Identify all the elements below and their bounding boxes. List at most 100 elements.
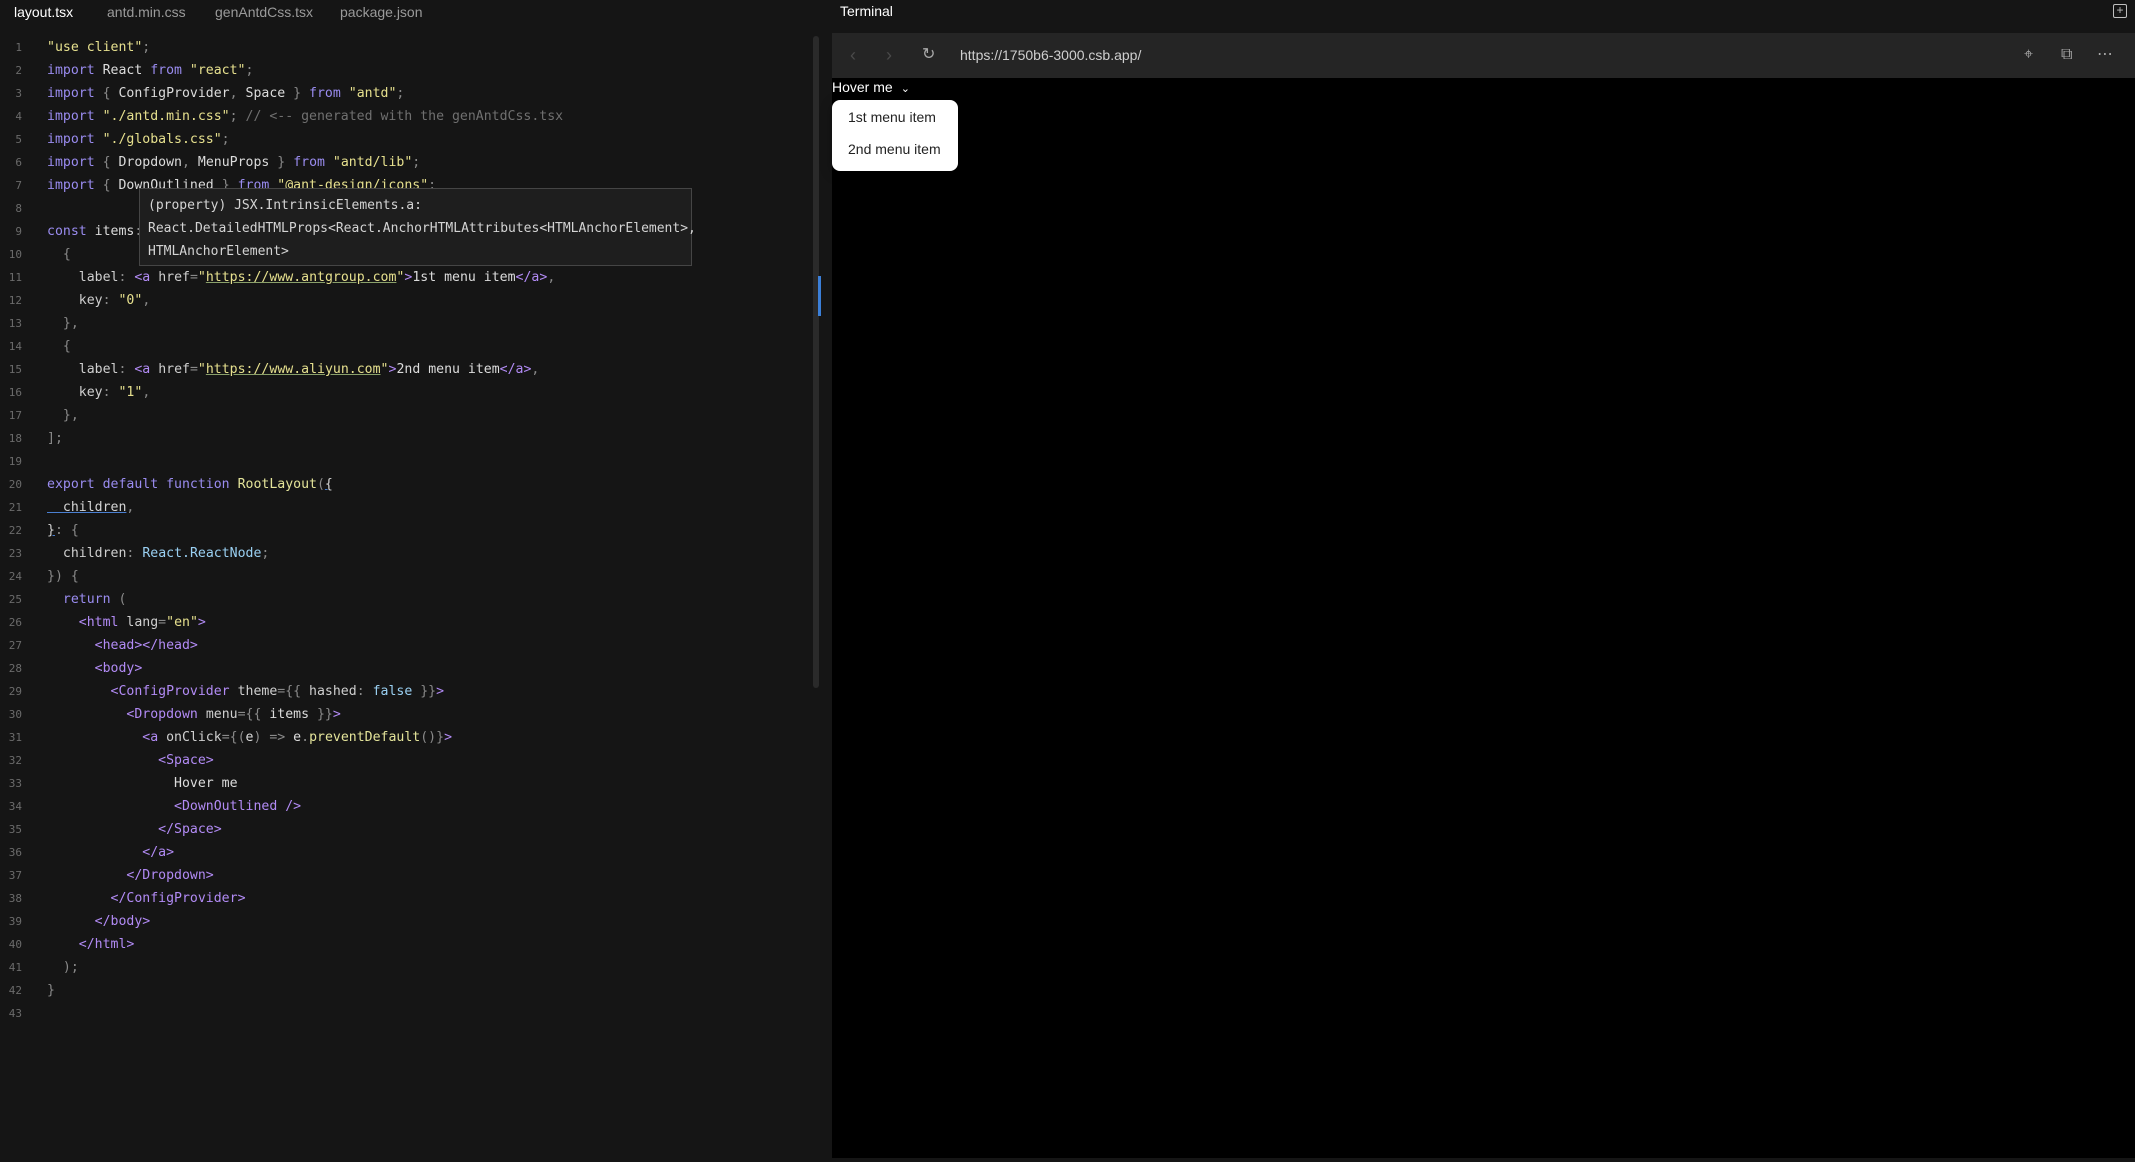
code-line: 32 <Space> bbox=[0, 749, 816, 772]
code-text: { bbox=[47, 339, 71, 354]
code-text: <DownOutlined /> bbox=[174, 799, 302, 814]
code-text: <html lang="en"> bbox=[78, 615, 206, 630]
line-number: 30 bbox=[8, 708, 22, 721]
scroll-position-marker bbox=[818, 276, 821, 316]
line-number: 18 bbox=[8, 432, 22, 445]
app-window: layout.tsx antd.min.css genAntdCss.tsx p… bbox=[0, 0, 2135, 1162]
code-line: 5 import "./globals.css"; bbox=[0, 128, 816, 151]
code-line: 42} bbox=[0, 979, 816, 1002]
line-number: 6 bbox=[15, 156, 22, 169]
line-number: 22 bbox=[8, 524, 22, 537]
code-text: label: <a href="https://www.aliyun.com">… bbox=[78, 362, 540, 377]
line-number: 28 bbox=[8, 662, 22, 675]
crosshair-icon[interactable]: ⌖ bbox=[2024, 45, 2033, 65]
browser-preview: Hover me ⌄ 1st menu item 2nd menu item bbox=[832, 78, 2135, 1158]
tooltip-line: (property) JSX.IntrinsicElements.a: bbox=[148, 198, 422, 213]
code-line: 11 label: <a href="https://www.antgroup.… bbox=[0, 266, 816, 289]
code-line: 22 }: { bbox=[0, 519, 816, 542]
reload-icon[interactable]: ↻ bbox=[922, 45, 935, 65]
line-number: 39 bbox=[8, 915, 22, 928]
line-number: 43 bbox=[8, 1007, 22, 1020]
line-number: 3 bbox=[15, 87, 22, 100]
dropdown-menu: 1st menu item 2nd menu item bbox=[832, 100, 958, 171]
code-text: <head></head> bbox=[94, 638, 198, 653]
code-line: 34 <DownOutlined /> bbox=[0, 795, 816, 818]
code-text: "use client"; bbox=[47, 40, 151, 55]
line-number: 32 bbox=[8, 754, 22, 767]
ellipsis-icon[interactable]: ⋯ bbox=[2097, 45, 2113, 65]
code-line: 13 }, bbox=[0, 312, 816, 335]
line-number: 33 bbox=[8, 777, 22, 790]
code-line: 6 import { Dropdown, MenuProps } from "an… bbox=[0, 151, 816, 174]
code-line: 29 <ConfigProvider theme={{ hashed: fals… bbox=[0, 680, 816, 703]
code-line: 36 </a> bbox=[0, 841, 816, 864]
code-line: 35 </Space> bbox=[0, 818, 816, 841]
chevron-right-icon[interactable]: › bbox=[886, 45, 892, 65]
code-text: label: <a href="https://www.antgroup.com… bbox=[78, 270, 556, 285]
line-number: 15 bbox=[8, 363, 22, 376]
code-text: children: React.ReactNode; bbox=[62, 546, 270, 561]
code-line: 33 Hover me bbox=[0, 772, 816, 795]
browser-toolbar: ‹ › ↻ https://1750b6-3000.csb.app/ ⌖ ⧉ ⋯ bbox=[832, 33, 2135, 78]
code-text: }: { bbox=[47, 523, 79, 538]
code-text: }) { bbox=[47, 569, 79, 584]
open-window-icon[interactable]: ⧉ bbox=[2061, 45, 2072, 65]
code-text: <body> bbox=[94, 661, 143, 676]
code-text: </Dropdown> bbox=[126, 868, 214, 883]
code-line: 37 </Dropdown> bbox=[0, 864, 816, 887]
code-line: 24 }) { bbox=[0, 565, 816, 588]
code-text: </Space> bbox=[158, 822, 222, 837]
line-number: 16 bbox=[8, 386, 22, 399]
line-number: 12 bbox=[8, 294, 22, 307]
plus-square-icon[interactable]: + bbox=[2113, 4, 2127, 18]
code-text: }, bbox=[47, 408, 79, 423]
code-line: 23 children: React.ReactNode; bbox=[0, 542, 816, 565]
code-text: </body> bbox=[94, 914, 151, 929]
line-number: 8 bbox=[15, 202, 22, 215]
chevron-left-icon[interactable]: ‹ bbox=[850, 45, 856, 65]
code-line: 21 children, bbox=[0, 496, 816, 519]
code-line: 27 <head></head> bbox=[0, 634, 816, 657]
tooltip-line: HTMLAnchorElement> bbox=[148, 244, 289, 259]
line-number: 34 bbox=[8, 800, 22, 813]
line-number: 9 bbox=[15, 225, 22, 238]
code-line: 14 { bbox=[0, 335, 816, 358]
hover-me-label: Hover me bbox=[832, 79, 893, 95]
line-number: 38 bbox=[8, 892, 22, 905]
line-number: 37 bbox=[8, 869, 22, 882]
tab-antd-min-css[interactable]: antd.min.css bbox=[107, 0, 186, 26]
line-number: 21 bbox=[8, 501, 22, 514]
code-text: import "./globals.css"; bbox=[47, 132, 230, 147]
menu-item-2nd[interactable]: 2nd menu item bbox=[848, 141, 941, 157]
code-line: 25 return ( bbox=[0, 588, 816, 611]
url-bar[interactable]: https://1750b6-3000.csb.app/ bbox=[960, 47, 1141, 63]
tab-layout-tsx[interactable]: layout.tsx bbox=[14, 0, 73, 26]
code-line: 3 import { ConfigProvider, Space } from "… bbox=[0, 82, 816, 105]
code-text: <a onClick={(e) => e.preventDefault()}> bbox=[142, 730, 453, 745]
code-text: { bbox=[47, 247, 71, 262]
line-number: 10 bbox=[8, 248, 22, 261]
code-text: export default function RootLayout({ bbox=[47, 477, 333, 492]
editor-tab-bar: layout.tsx antd.min.css genAntdCss.tsx p… bbox=[0, 0, 826, 26]
code-text: ]; bbox=[47, 431, 63, 446]
line-number: 26 bbox=[8, 616, 22, 629]
line-number: 13 bbox=[8, 317, 22, 330]
code-text: ); bbox=[47, 960, 79, 975]
code-text: </a> bbox=[142, 845, 175, 860]
tab-gen-antd-css-tsx[interactable]: genAntdCss.tsx bbox=[215, 0, 313, 26]
line-number: 40 bbox=[8, 938, 22, 951]
line-number: 25 bbox=[8, 593, 22, 606]
code-line: 30 <Dropdown menu={{ items }}> bbox=[0, 703, 816, 726]
code-line: 2 import React from "react"; bbox=[0, 59, 816, 82]
hover-me-link[interactable]: Hover me ⌄ bbox=[832, 78, 910, 96]
terminal-tab[interactable]: Terminal bbox=[840, 3, 893, 19]
code-line: 1 "use client"; bbox=[0, 36, 816, 59]
editor-scrollbar[interactable] bbox=[813, 36, 819, 688]
tab-package-json[interactable]: package.json bbox=[340, 0, 423, 26]
line-number: 20 bbox=[8, 478, 22, 491]
menu-item-1st[interactable]: 1st menu item bbox=[848, 109, 936, 125]
code-line: 4 import "./antd.min.css"; // <-- generat… bbox=[0, 105, 816, 128]
line-number: 24 bbox=[8, 570, 22, 583]
line-number: 29 bbox=[8, 685, 22, 698]
code-text: import { ConfigProvider, Space } from "a… bbox=[47, 86, 405, 101]
